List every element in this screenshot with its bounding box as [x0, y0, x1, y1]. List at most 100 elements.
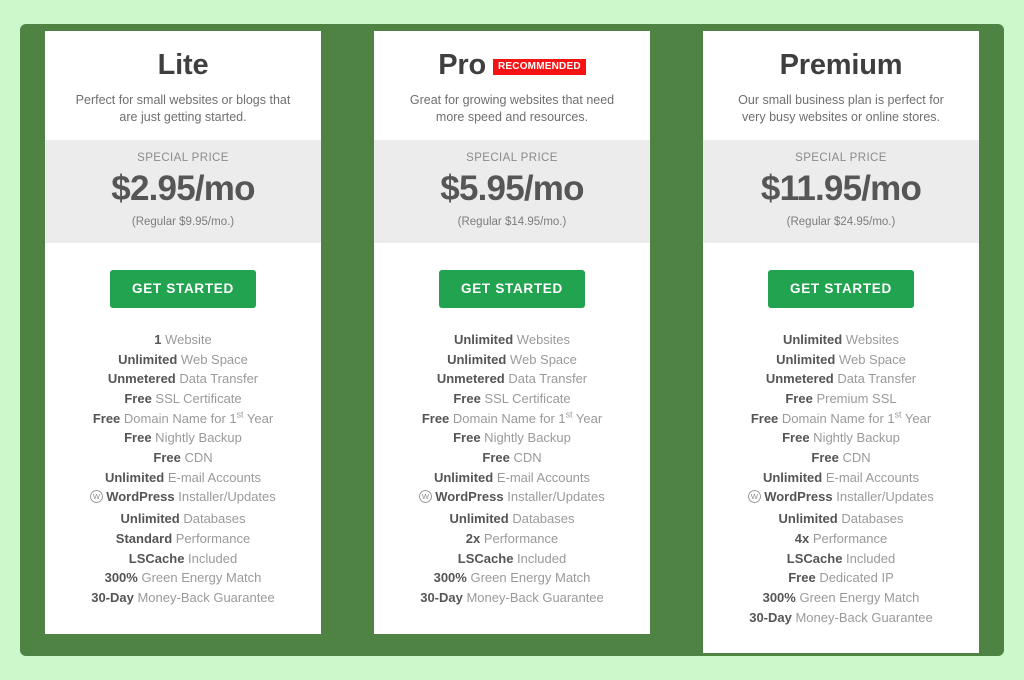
feature-highlight: WordPress: [764, 489, 833, 505]
plan-name: Lite: [157, 48, 209, 81]
feature-text: Included: [184, 550, 238, 566]
svg-text:W: W: [751, 493, 759, 502]
feature-highlight: Unmetered: [765, 371, 834, 387]
feature-item: Unlimited Databases: [713, 509, 969, 529]
feature-item: Free Dedicated IP: [713, 568, 969, 588]
cta-wrapper: GET STARTED: [703, 243, 979, 330]
wordpress-icon: W: [419, 489, 433, 509]
feature-highlight: Unlimited: [118, 351, 178, 367]
feature-item: Free Nightly Backup: [55, 428, 311, 448]
feature-item: Free SSL Certificate: [384, 389, 640, 409]
card-header: Pro RECOMMENDED Great for growing websites…: [374, 31, 650, 140]
feature-highlight: Free: [124, 390, 152, 406]
feature-item: Unmetered Data Transfer: [55, 369, 311, 389]
feature-item: Unlimited Websites: [713, 330, 969, 350]
feature-item: W WordPress Installer/Updates: [384, 487, 640, 509]
feature-text: SSL Certificate: [151, 390, 242, 406]
feature-text: CDN: [180, 450, 213, 466]
get-started-button[interactable]: GET STARTED: [110, 269, 256, 308]
feature-item: Unlimited E-mail Accounts: [55, 468, 311, 488]
plan-title-row: Premium: [721, 47, 961, 83]
feature-item: 30-Day Money-Back Guarantee: [713, 608, 969, 628]
feature-highlight: Free: [421, 410, 450, 426]
feature-item: Free Domain Name for 1st Year: [55, 409, 311, 429]
plan-title-row: Pro RECOMMENDED: [392, 47, 632, 83]
feature-text: Performance: [172, 530, 251, 546]
price-band: SPECIAL PRICE $5.95/mo (Regular $14.95/mo.…: [374, 140, 650, 243]
feature-text: Dedicated IP: [815, 570, 894, 586]
feature-text: Installer/Updates: [174, 489, 276, 505]
plan-description: Our small business plan is perfect for v…: [738, 93, 944, 124]
feature-text: Websites: [513, 331, 571, 347]
special-price-label: SPECIAL PRICE: [466, 152, 558, 164]
feature-highlight: 4x: [794, 530, 810, 546]
feature-highlight: Free: [124, 430, 152, 446]
feature-text: Data Transfer: [833, 371, 917, 387]
feature-item: Unlimited E-mail Accounts: [384, 468, 640, 488]
price-amount: $5.95/mo: [440, 169, 584, 208]
feature-highlight: Free: [788, 570, 816, 586]
feature-text: Installer/Updates: [503, 489, 605, 505]
feature-text: Money-Back Guarantee: [462, 589, 604, 605]
feature-item: Free Domain Name for 1st Year: [713, 409, 969, 429]
feature-highlight: Free: [153, 450, 181, 466]
feature-highlight: Free: [750, 410, 779, 426]
feature-text: Money-Back Guarantee: [791, 609, 933, 625]
feature-highlight: Free: [453, 390, 481, 406]
pricing-card-lite: Lite Perfect for small websites or blogs …: [45, 31, 321, 634]
feature-text: CDN: [838, 450, 871, 466]
feature-item: 2x Performance: [384, 529, 640, 549]
feature-highlight: WordPress: [106, 489, 175, 505]
feature-text: SSL Certificate: [480, 390, 571, 406]
feature-item: Unlimited Websites: [384, 330, 640, 350]
feature-highlight: Unlimited: [447, 351, 507, 367]
feature-text: Website: [161, 331, 212, 347]
feature-text: Nightly Backup: [151, 430, 242, 446]
feature-highlight: 30-Day: [420, 589, 463, 605]
feature-text: Nightly Backup: [809, 430, 900, 446]
feature-item: Free SSL Certificate: [55, 389, 311, 409]
feature-highlight: Unmetered: [107, 371, 176, 387]
feature-item: 300% Green Energy Match: [384, 568, 640, 588]
feature-text: Green Energy Match: [795, 589, 920, 605]
ordinal-suffix: st: [894, 409, 902, 420]
get-started-button[interactable]: GET STARTED: [439, 269, 585, 308]
regular-price: (Regular $14.95/mo.): [457, 215, 567, 228]
feature-highlight: Unmetered: [436, 371, 505, 387]
feature-list: 1 Website Unlimited Web Space Unmetered Da…: [45, 330, 321, 634]
feature-item: Free CDN: [384, 448, 640, 468]
feature-list: Unlimited Websites Unlimited Web Space Unm…: [374, 330, 650, 634]
plan-description: Great for growing websites that need mor…: [409, 93, 615, 124]
feature-highlight: Free: [782, 430, 810, 446]
feature-highlight: Free: [482, 450, 510, 466]
plan-description: Perfect for small websites or blogs that…: [75, 93, 291, 124]
feature-item: LSCache Included: [384, 549, 640, 569]
feature-item: 4x Performance: [713, 529, 969, 549]
feature-text: Databases: [837, 511, 904, 527]
regular-price: (Regular $9.95/mo.): [131, 215, 235, 228]
feature-text: Databases: [508, 511, 575, 527]
feature-text: Domain Name for 1st Year: [778, 409, 932, 426]
feature-item: Unlimited Databases: [384, 509, 640, 529]
feature-highlight: Unlimited: [453, 331, 514, 347]
feature-item: W WordPress Installer/Updates: [55, 487, 311, 509]
feature-text: Databases: [179, 511, 246, 527]
feature-item: 300% Green Energy Match: [713, 588, 969, 608]
feature-item: Unmetered Data Transfer: [384, 369, 640, 389]
svg-text:W: W: [93, 493, 101, 502]
card-header: Lite Perfect for small websites or blogs …: [45, 31, 321, 140]
price-amount: $11.95/mo: [760, 169, 922, 208]
regular-price: (Regular $24.95/mo.): [786, 215, 896, 228]
feature-highlight: Unlimited: [433, 469, 494, 485]
feature-item: Free Nightly Backup: [713, 428, 969, 448]
feature-highlight: Free: [785, 390, 813, 406]
feature-highlight: WordPress: [435, 489, 504, 505]
ordinal-suffix: st: [565, 409, 573, 420]
plan-title-row: Lite: [63, 47, 303, 83]
card-header: Premium Our small business plan is perfec…: [703, 31, 979, 140]
cta-wrapper: GET STARTED: [374, 243, 650, 330]
feature-text: Websites: [842, 331, 900, 347]
get-started-button[interactable]: GET STARTED: [768, 269, 914, 308]
feature-highlight: Unlimited: [104, 469, 165, 485]
pricing-card-list: Lite Perfect for small websites or blogs …: [45, 31, 979, 654]
